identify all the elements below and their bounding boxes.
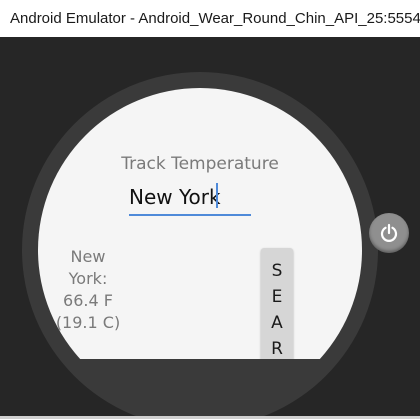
result-line: York: (68, 269, 108, 288)
text-cursor (216, 183, 218, 208)
search-button-letter: E (271, 287, 283, 307)
result-line: New (70, 247, 106, 266)
search-button-label: SEARCH (261, 258, 293, 359)
city-input[interactable] (129, 180, 251, 216)
power-icon (380, 223, 398, 242)
window-title: Android Emulator - Android_Wear_Round_Ch… (0, 0, 420, 37)
watch-screen-area: Track Temperature New York: 66.4 F (19.1… (38, 88, 362, 359)
emulator-bezel: Track Temperature New York: 66.4 F (19.1… (0, 37, 420, 419)
result-line: 66.4 F (63, 291, 113, 310)
search-button-letter: A (271, 313, 283, 333)
watch-screen: Track Temperature New York: 66.4 F (19.1… (38, 88, 362, 359)
emulator-window: Android Emulator - Android_Wear_Round_Ch… (0, 0, 420, 419)
app-title: Track Temperature (121, 154, 279, 174)
result-line: (19.1 C) (55, 313, 121, 332)
temperature-result: New York: 66.4 F (19.1 C) (48, 246, 128, 334)
search-button[interactable]: SEARCH (261, 248, 293, 359)
search-button-letter: R (271, 339, 283, 359)
power-button[interactable] (369, 213, 409, 253)
search-button-letter: S (271, 261, 283, 281)
